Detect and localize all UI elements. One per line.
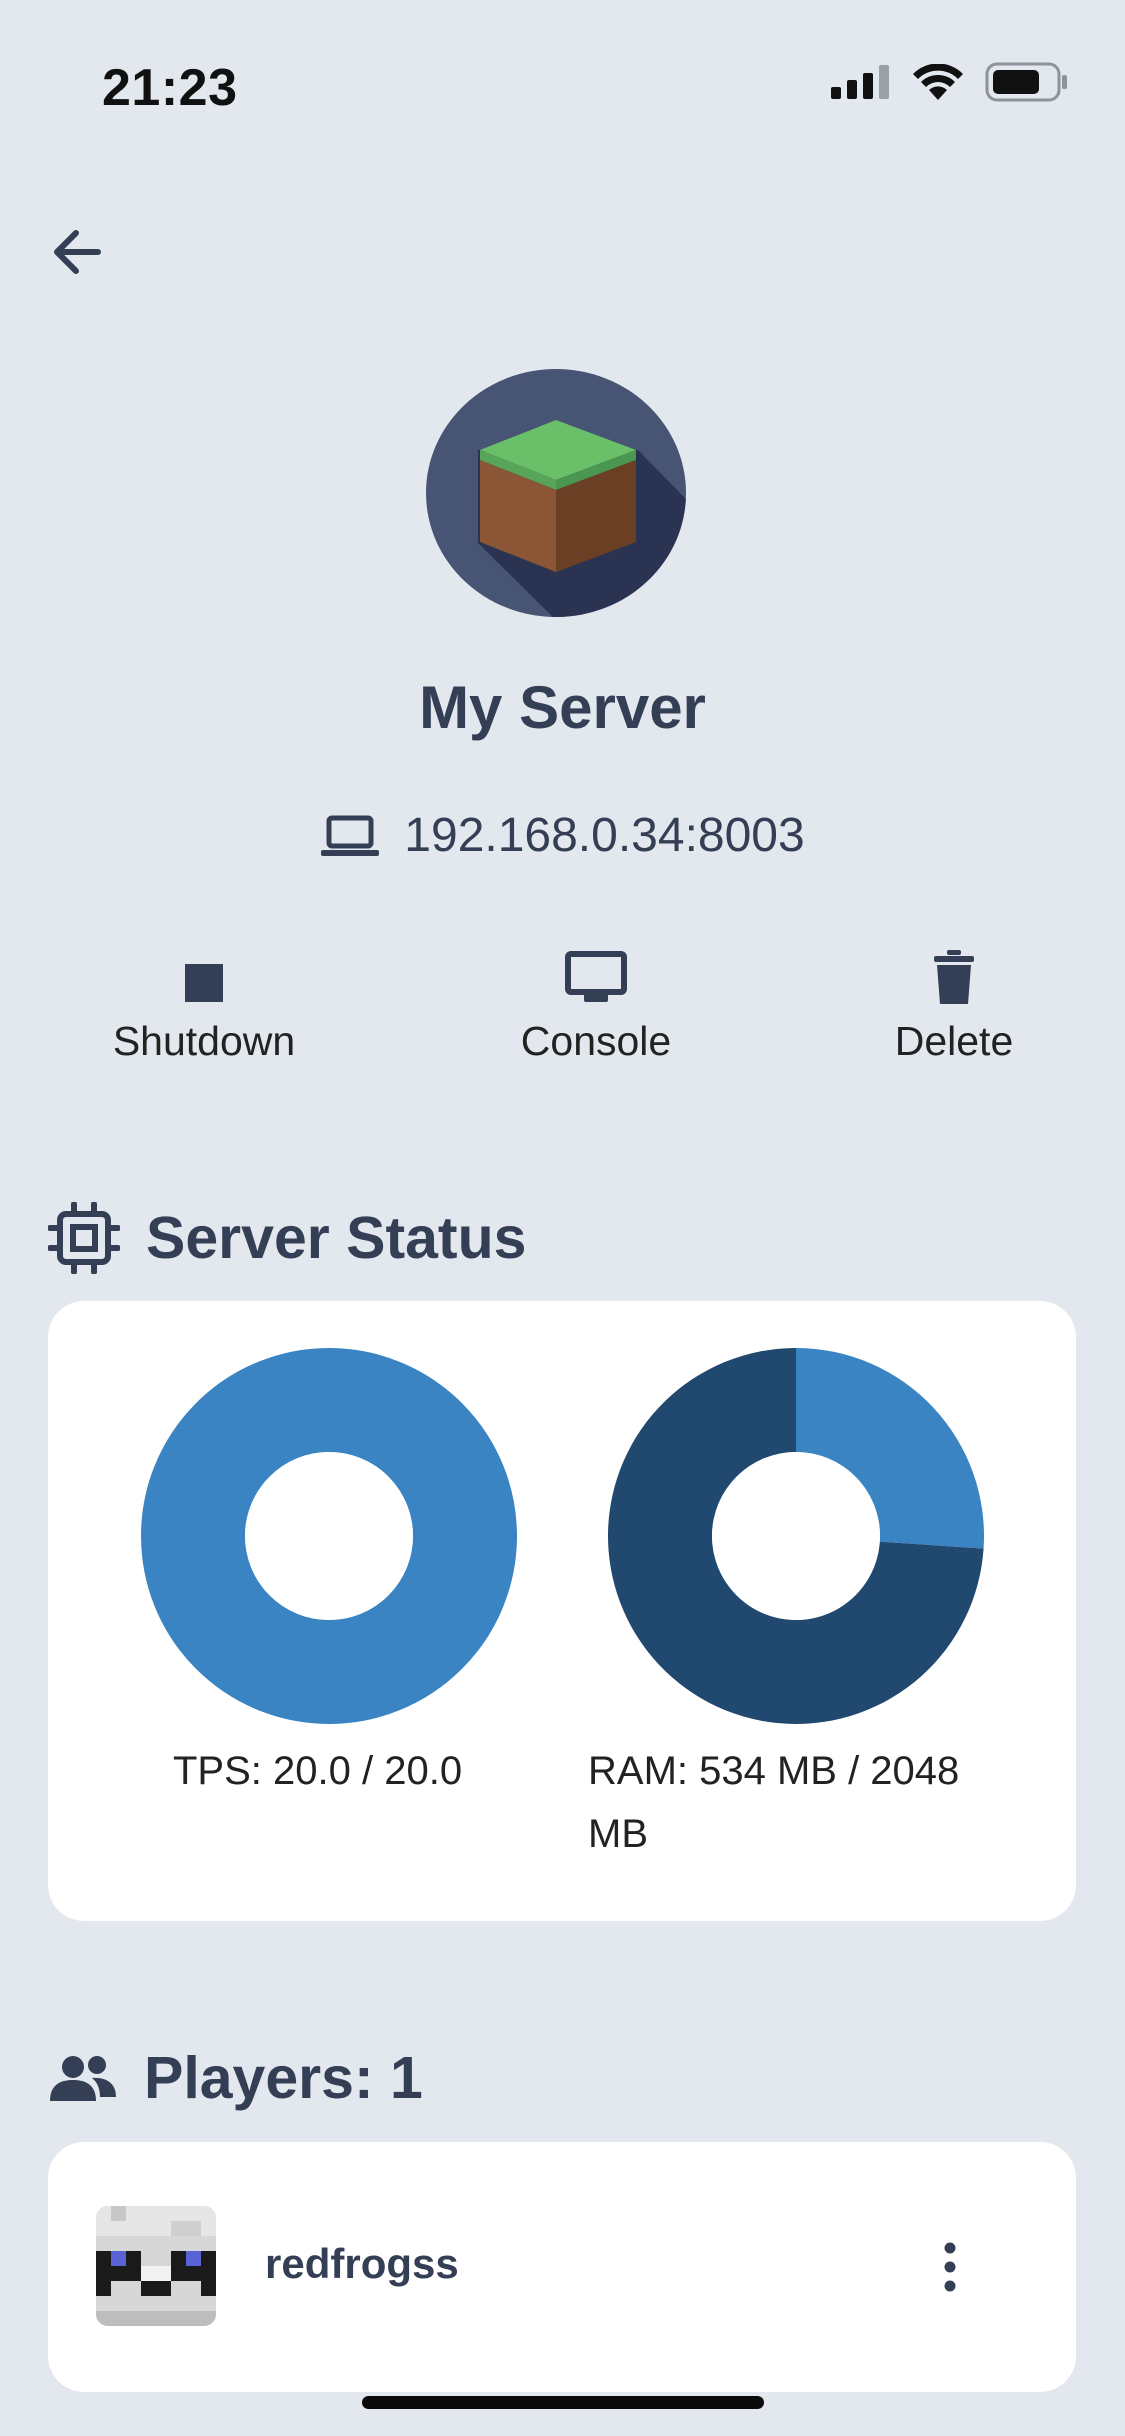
signal-icon — [831, 65, 889, 99]
tps-donut-chart — [141, 1348, 517, 1724]
stop-icon — [185, 964, 223, 1002]
grass-block-icon — [426, 369, 686, 617]
home-indicator[interactable] — [362, 2396, 764, 2409]
player-avatar — [96, 2206, 216, 2326]
server-status-heading: Server Status — [48, 1202, 526, 1274]
status-time: 21:23 — [102, 59, 238, 117]
users-icon — [50, 2056, 116, 2101]
server-address-row: 192.168.0.34:8003 — [0, 808, 1125, 863]
laptop-icon — [321, 815, 380, 856]
delete-label: Delete — [894, 1018, 1014, 1064]
battery-icon — [985, 62, 1067, 102]
shutdown-button[interactable]: Shutdown — [96, 950, 312, 1065]
shutdown-label: Shutdown — [112, 1018, 296, 1064]
tps-label: TPS: 20.0 / 20.0 — [173, 1749, 463, 1793]
status-icons — [831, 62, 1069, 102]
player-menu-button[interactable] — [926, 2236, 974, 2300]
panda-skin-icon — [96, 2206, 216, 2326]
more-vertical-icon — [944, 2242, 956, 2292]
players-title: Players: 1 — [144, 2045, 423, 2111]
players-heading: Players: 1 — [48, 2044, 423, 2112]
back-button[interactable] — [46, 220, 110, 284]
cpu-chip-icon — [48, 1202, 120, 1274]
ram-label: RAM: 534 MB / 2048 MB — [588, 1749, 960, 1856]
server-avatar — [424, 368, 688, 618]
server-status-title: Server Status — [146, 1205, 527, 1271]
server-name: My Server — [419, 674, 706, 741]
donut-hole — [245, 1452, 413, 1620]
ram-donut-chart — [608, 1348, 984, 1724]
delete-button[interactable]: Delete — [864, 950, 1044, 1065]
server-detail-screen: 21:23 My Server 192.168.0.34:8003 Shutdo… — [0, 0, 1125, 2436]
console-label: Console — [520, 1018, 672, 1064]
wifi-icon — [913, 64, 963, 100]
trash-icon — [934, 950, 974, 1004]
player-name: redfrogss — [265, 2240, 459, 2287]
donut-hole — [712, 1452, 880, 1620]
server-status-card: TPS: 20.0 / 20.0 RAM: 534 MB / 2048 MB — [48, 1301, 1076, 1921]
server-address: 192.168.0.34:8003 — [404, 809, 805, 862]
console-button[interactable]: Console — [496, 950, 696, 1065]
arrow-left-icon — [54, 230, 101, 274]
monitor-icon — [565, 951, 627, 1002]
